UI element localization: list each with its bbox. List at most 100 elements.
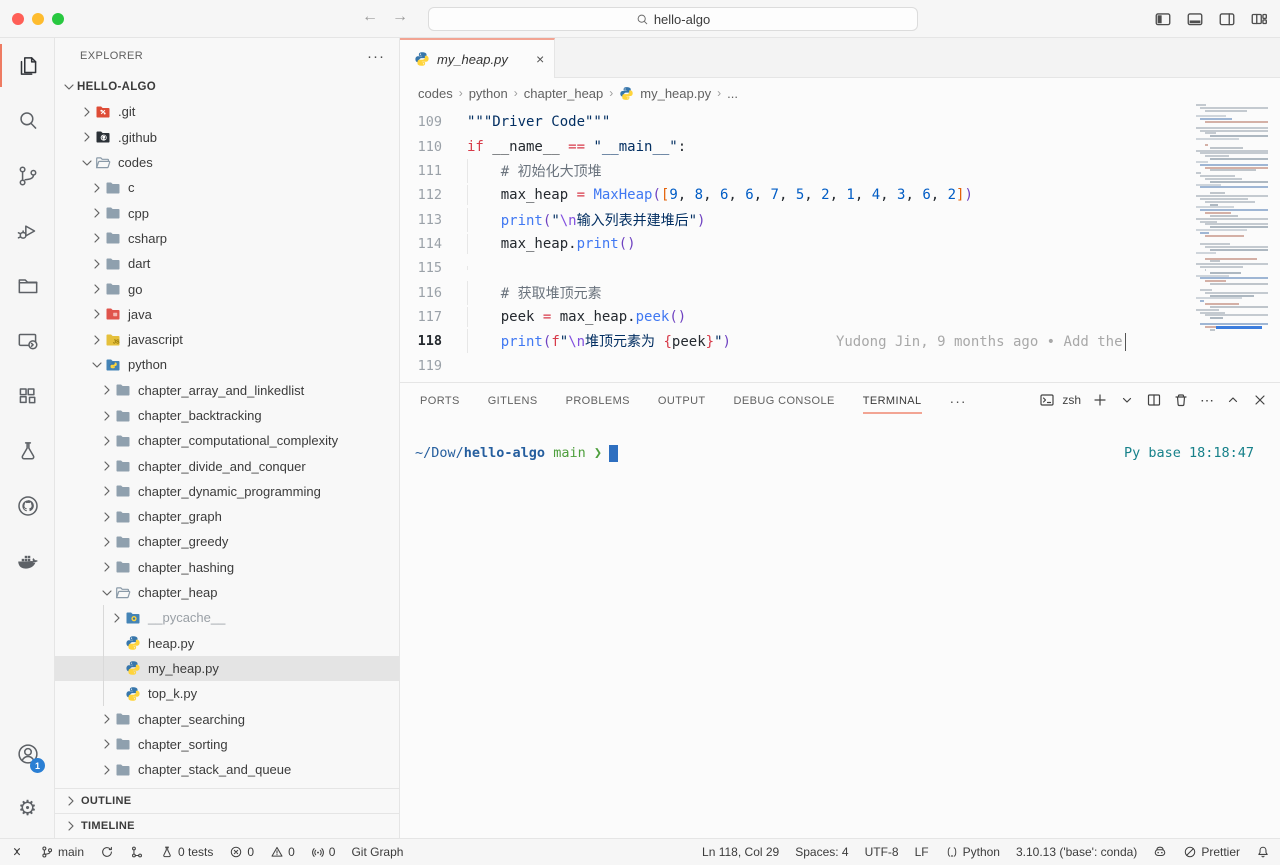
section-outline[interactable]: OUTLINE [55, 788, 399, 813]
tree-item-chapter-hashing[interactable]: chapter_hashing [55, 555, 399, 580]
panel-tab-problems[interactable]: PROBLEMS [566, 383, 630, 419]
status-warning[interactable]: 0 [270, 845, 295, 859]
status-copilot[interactable] [1153, 845, 1167, 859]
tree-item-chapter-sorting[interactable]: chapter_sorting [55, 732, 399, 757]
tree-item-github[interactable]: .github [55, 125, 399, 150]
minimap-line [1196, 141, 1268, 143]
tree-item-chapter-greedy[interactable]: chapter_greedy [55, 529, 399, 554]
tree-item-chapter-computational-complexity[interactable]: chapter_computational_complexity [55, 428, 399, 453]
tree-item-git[interactable]: .git [55, 99, 399, 124]
breadcrumb-item-[interactable]: ... [727, 86, 738, 101]
status-utf-8[interactable]: UTF-8 [865, 845, 899, 859]
close-x-icon[interactable] [1252, 392, 1268, 408]
accounts-icon[interactable]: 1 [0, 726, 55, 781]
explorer-more-icon[interactable]: ··· [367, 48, 385, 65]
code-editor[interactable]: 109"""Driver Code"""110if __name__ == "_… [400, 108, 1280, 382]
tree-item-c[interactable]: c [55, 175, 399, 200]
tree-item-java[interactable]: java [55, 302, 399, 327]
tab-my-heap-py[interactable]: my_heap.py × [400, 38, 555, 78]
chevron-up-sm-icon[interactable] [1225, 392, 1241, 408]
activity-bar: 1 ⚙ [0, 38, 55, 838]
status-git-graph[interactable]: Git Graph [351, 845, 403, 859]
explorer-icon[interactable] [0, 38, 55, 93]
tree-item-chapter-heap[interactable]: chapter_heap [55, 580, 399, 605]
extensions-icon[interactable] [0, 368, 55, 423]
panel-tab-terminal[interactable]: TERMINAL [863, 383, 922, 419]
layout-panel-icon[interactable] [1186, 10, 1204, 28]
tree-item-hello-algo[interactable]: HELLO-ALGO [55, 74, 399, 99]
shell-label[interactable]: zsh [1062, 393, 1081, 407]
plus-icon[interactable] [1092, 392, 1108, 408]
remote-explorer-icon[interactable] [0, 313, 55, 368]
status-bell[interactable] [1256, 845, 1270, 859]
layout-customize-icon[interactable] [1250, 10, 1268, 28]
panel-tabs-more-icon[interactable]: ··· [950, 393, 967, 409]
tree-item-codes[interactable]: codes [55, 150, 399, 175]
tree-item-python[interactable]: python [55, 352, 399, 377]
close-window-button[interactable] [12, 13, 24, 25]
status-branch[interactable]: main [40, 845, 84, 859]
tree-item-heap-py[interactable]: heap.py [55, 631, 399, 656]
folder-view-icon[interactable] [0, 258, 55, 313]
layout-sidebar-left-icon[interactable] [1154, 10, 1172, 28]
status-spaces-4[interactable]: Spaces: 4 [795, 845, 848, 859]
testing-icon[interactable] [0, 423, 55, 478]
close-tab-icon[interactable]: × [536, 51, 544, 67]
tree-item-chapter-graph[interactable]: chapter_graph [55, 504, 399, 529]
tree-item-chapter-divide-and-conquer[interactable]: chapter_divide_and_conquer [55, 453, 399, 478]
search-icon[interactable] [0, 93, 55, 148]
tree-item-chapter-backtracking[interactable]: chapter_backtracking [55, 403, 399, 428]
minimize-window-button[interactable] [32, 13, 44, 25]
status-broadcast[interactable]: 0 [311, 845, 336, 859]
tree-item-cpp[interactable]: cpp [55, 200, 399, 225]
status-error[interactable]: 0 [229, 845, 254, 859]
tree-item-chapter-array-and-linkedlist[interactable]: chapter_array_and_linkedlist [55, 378, 399, 403]
breadcrumb[interactable]: codes›python›chapter_heap›my_heap.py›... [400, 78, 1280, 108]
split-editor-icon[interactable] [1146, 392, 1162, 408]
docker-icon[interactable] [0, 533, 55, 588]
breadcrumb-item-chapter-heap[interactable]: chapter_heap [524, 86, 604, 101]
section-timeline[interactable]: TIMELINE [55, 813, 399, 838]
source-control-icon[interactable] [0, 148, 55, 203]
run-debug-icon[interactable] [0, 203, 55, 258]
tree-item-top-k-py[interactable]: top_k.py [55, 681, 399, 706]
trash-icon[interactable] [1173, 392, 1189, 408]
panel-tab-ports[interactable]: PORTS [420, 383, 460, 419]
tree-item-csharp[interactable]: csharp [55, 226, 399, 251]
tree-item-chapter-stack-and-queue[interactable]: chapter_stack_and_queue [55, 757, 399, 782]
tree-item-javascript[interactable]: JSjavascript [55, 327, 399, 352]
tree-item-chapter-searching[interactable]: chapter_searching [55, 706, 399, 731]
status-remote[interactable] [10, 845, 24, 859]
panel-tab-output[interactable]: OUTPUT [658, 383, 706, 419]
github-icon[interactable] [0, 478, 55, 533]
layout-sidebar-right-icon[interactable] [1218, 10, 1236, 28]
zoom-window-button[interactable] [52, 13, 64, 25]
navigate-back-icon[interactable]: ← [362, 8, 378, 26]
status-flask[interactable]: 0 tests [160, 845, 213, 859]
tree-item-dart[interactable]: dart [55, 251, 399, 276]
minimap[interactable] [1196, 104, 1268, 344]
tree-item-pycache[interactable]: __pycache__ [55, 605, 399, 630]
settings-gear-icon[interactable]: ⚙ [0, 781, 55, 836]
navigate-forward-icon[interactable]: → [392, 8, 408, 26]
breadcrumb-item-codes[interactable]: codes [418, 86, 453, 101]
more-dots-icon[interactable]: ⋯ [1200, 392, 1214, 408]
terminal-content[interactable]: ~/Dow/hello-algo main ❯ Py base 18:18:47 [415, 445, 1254, 462]
breadcrumb-item-python[interactable]: python [469, 86, 508, 101]
terminal-launch-icon[interactable] [1039, 392, 1055, 408]
status-ln-118-col-29[interactable]: Ln 118, Col 29 [702, 845, 779, 859]
tree-item-chapter-dynamic-programming[interactable]: chapter_dynamic_programming [55, 479, 399, 504]
chevron-down-sm-icon[interactable] [1119, 392, 1135, 408]
panel-tab-debug-console[interactable]: DEBUG CONSOLE [734, 383, 835, 419]
status-sync[interactable] [100, 845, 114, 859]
status-prettier[interactable]: Prettier [1183, 845, 1240, 859]
panel-tab-gitlens[interactable]: GITLENS [488, 383, 538, 419]
tree-item-go[interactable]: go [55, 276, 399, 301]
command-center-search[interactable]: hello-algo [428, 7, 918, 31]
status-python-lang[interactable]: Python [945, 845, 1000, 859]
status-3-10-13-base-conda[interactable]: 3.10.13 ('base': conda) [1016, 845, 1137, 859]
tree-item-my-heap-py[interactable]: my_heap.py [55, 656, 399, 681]
breadcrumb-item-my-heap-py[interactable]: my_heap.py [640, 86, 711, 101]
status-git-graph[interactable] [130, 845, 144, 859]
status-lf[interactable]: LF [915, 845, 929, 859]
